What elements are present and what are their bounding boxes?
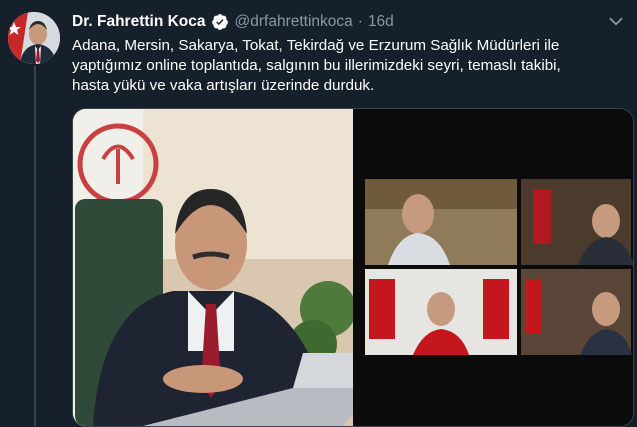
avatar-image xyxy=(8,12,60,64)
verified-badge-icon xyxy=(211,13,229,31)
timestamp[interactable]: 16d xyxy=(368,13,394,31)
thread-line xyxy=(34,66,36,426)
meeting-photo xyxy=(73,109,633,426)
tweet-media-photo[interactable] xyxy=(72,108,634,427)
tweet-text: Adana, Mersin, Sakarya, Tokat, Tekirdağ … xyxy=(72,37,561,94)
separator-dot: · xyxy=(357,13,363,30)
author-name[interactable]: Dr. Fahrettin Koca xyxy=(72,13,206,31)
chevron-down-icon[interactable] xyxy=(607,12,625,30)
avatar[interactable] xyxy=(8,12,60,64)
tweet-header: Dr. Fahrettin Koca @drfahrettinkoca · 16… xyxy=(72,12,394,32)
author-handle[interactable]: @drfahrettinkoca xyxy=(235,13,353,31)
